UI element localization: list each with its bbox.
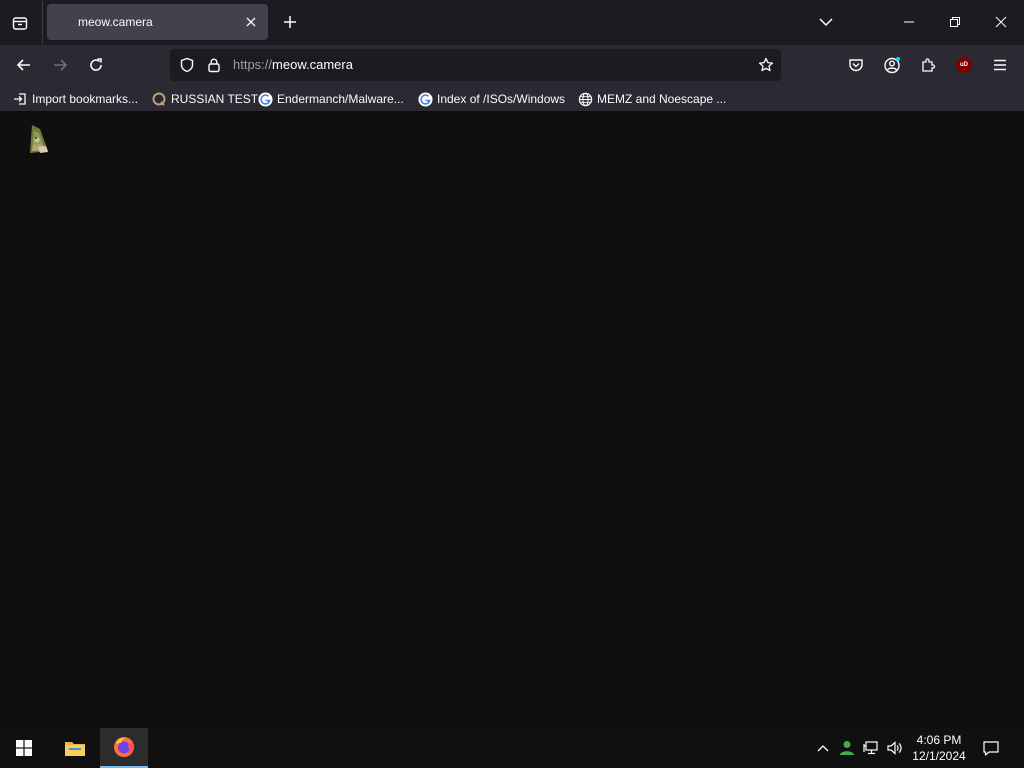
bookmark-index-isos-windows[interactable]: Index of /ISOs/Windows	[417, 90, 565, 108]
speaker-icon	[887, 741, 902, 755]
puzzle-icon	[922, 58, 936, 72]
import-icon	[12, 91, 28, 107]
tray-user-app[interactable]	[837, 738, 857, 758]
url-text[interactable]: https://meow.camera	[233, 57, 353, 72]
show-hidden-icons-button[interactable]	[813, 738, 833, 758]
bookmark-label: Import bookmarks...	[32, 92, 139, 106]
url-host: meow.camera	[272, 57, 353, 72]
arrow-left-icon	[16, 59, 30, 71]
bookmark-russian-test[interactable]: RUSSIAN TEST	[151, 90, 258, 108]
network-icon	[863, 741, 878, 755]
firefox-icon	[114, 737, 134, 757]
account-icon	[884, 57, 900, 74]
google-favicon	[417, 91, 433, 107]
url-scheme: https://	[233, 57, 273, 72]
reload-button[interactable]	[81, 50, 111, 80]
bookmark-label: Endermanch/Malware...	[277, 92, 404, 106]
globe-icon	[577, 91, 593, 107]
chevron-up-icon	[817, 745, 829, 752]
site-favicon	[151, 91, 167, 107]
bookmarks-toolbar: Import bookmarks... RUSSIAN TEST Enderma…	[0, 85, 1024, 112]
folder-icon	[65, 742, 85, 756]
tab-title: meow.camera	[78, 15, 153, 29]
hamburger-menu-icon	[994, 59, 1006, 71]
network-button[interactable]	[861, 738, 881, 758]
pocket-icon	[849, 59, 863, 72]
reload-icon	[90, 58, 102, 71]
list-all-tabs-button[interactable]	[814, 10, 838, 34]
windows-logo-icon	[16, 740, 32, 756]
clock-date: 12/1/2024	[912, 749, 966, 763]
bookmark-import[interactable]: Import bookmarks...	[12, 90, 138, 108]
volume-button[interactable]	[884, 738, 904, 758]
restore-button[interactable]	[932, 0, 978, 44]
notification-icon	[983, 741, 999, 756]
tab-close-button[interactable]	[242, 13, 260, 31]
pocket-button[interactable]	[841, 50, 871, 80]
chevron-down-icon	[819, 18, 833, 27]
taskbar-clock[interactable]: 4:06 PM 12/1/2024	[906, 732, 972, 764]
extensions-button[interactable]	[913, 50, 943, 80]
bookmark-star-icon[interactable]	[758, 57, 774, 73]
google-favicon	[257, 91, 273, 107]
url-bar[interactable]: https://meow.camera	[170, 49, 781, 81]
new-tab-button[interactable]	[278, 9, 302, 35]
ublock-origin-button[interactable]: uD	[949, 50, 979, 80]
close-icon	[246, 17, 256, 27]
tracking-protection-shield-icon[interactable]	[179, 57, 195, 73]
bookmark-memz-noescape[interactable]: MEMZ and Noescape ...	[577, 90, 726, 108]
ublock-icon: uD	[956, 57, 972, 73]
close-window-button[interactable]	[978, 0, 1024, 44]
clock-time: 4:06 PM	[916, 733, 962, 747]
account-button[interactable]	[877, 50, 907, 80]
start-button[interactable]	[0, 728, 48, 768]
bookmark-label: RUSSIAN TEST	[171, 92, 259, 106]
bookmark-endermanch-malware[interactable]: Endermanch/Malware...	[257, 90, 404, 108]
bookmark-label: MEMZ and Noescape ...	[597, 92, 727, 106]
arrow-right-icon	[54, 59, 68, 71]
navigation-toolbar: https://meow.camera uD	[0, 45, 1024, 85]
action-center-button[interactable]	[981, 738, 1001, 758]
cat-sprite-image	[26, 123, 54, 155]
back-button[interactable]	[9, 50, 39, 80]
forward-button[interactable]	[45, 50, 75, 80]
page-content	[0, 113, 1024, 728]
taskbar-firefox[interactable]	[100, 728, 148, 768]
user-tray-icon	[840, 741, 854, 755]
windows-taskbar: 4:06 PM 12/1/2024	[0, 728, 1024, 768]
minimize-icon	[904, 21, 914, 23]
lock-icon[interactable]	[206, 57, 222, 73]
restore-icon	[950, 17, 960, 27]
close-icon	[995, 16, 1007, 28]
taskbar-file-explorer[interactable]	[51, 728, 99, 768]
bookmark-label: Index of /ISOs/Windows	[437, 92, 566, 106]
tab-meow-camera[interactable]: meow.camera	[47, 4, 268, 40]
plus-icon	[284, 16, 296, 28]
minimize-button[interactable]	[886, 0, 932, 44]
firefox-view-button[interactable]	[6, 9, 34, 37]
app-menu-button[interactable]	[985, 50, 1015, 80]
firefox-view-icon	[12, 17, 28, 30]
tab-strip: meow.camera	[0, 0, 1024, 45]
tab-separator	[42, 0, 43, 45]
